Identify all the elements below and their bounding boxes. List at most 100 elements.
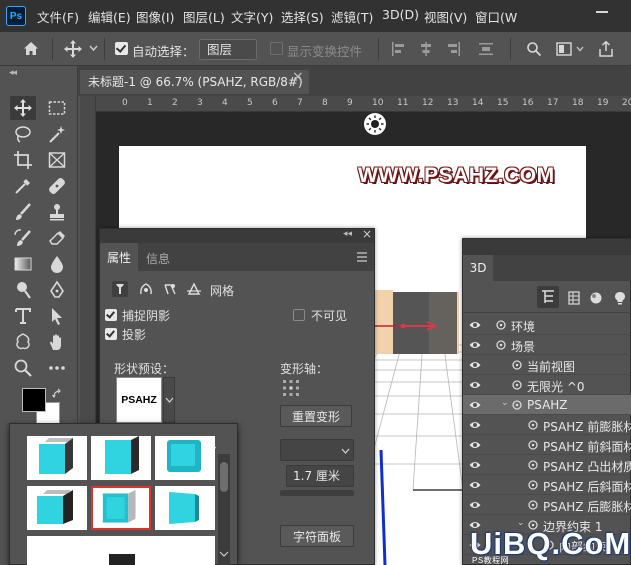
eraser-tool[interactable] — [44, 226, 70, 250]
menu-item[interactable]: 窗口(W — [475, 7, 517, 25]
gradient-tool[interactable] — [10, 252, 36, 276]
deform-mode-icon[interactable] — [138, 281, 154, 297]
lasso-tool[interactable] — [10, 122, 36, 146]
deform-axis-grid-icon[interactable] — [282, 379, 300, 397]
workspace-icon[interactable] — [556, 41, 572, 57]
scene-tree-row[interactable]: PSAHZ 后斜面材质 — [463, 475, 631, 495]
menu-item[interactable]: 文字(Y) — [231, 7, 273, 25]
auto-select-target-dropdown[interactable]: 图层 — [199, 39, 257, 60]
shape-preset-thumbnail[interactable]: PSAHZ — [116, 377, 162, 423]
scene-tree-row[interactable]: ⌄ PSAHZ — [463, 395, 631, 415]
zoom-tool[interactable] — [10, 356, 36, 380]
path-selection-tool[interactable] — [44, 304, 70, 328]
visibility-eye-icon[interactable] — [469, 440, 481, 450]
tab-3d[interactable]: 3D — [463, 255, 493, 281]
tab-info[interactable]: 信息 — [146, 250, 170, 267]
eyedropper-tool[interactable] — [10, 174, 36, 198]
filter-meshes-icon[interactable] — [567, 291, 581, 305]
stamp-tool[interactable] — [44, 200, 70, 224]
scroll-down-icon[interactable] — [219, 551, 229, 557]
swap-colors-icon[interactable] — [52, 388, 64, 400]
depth-slider[interactable] — [280, 490, 354, 496]
marquee-tool[interactable] — [44, 96, 70, 120]
visibility-eye-icon[interactable] — [469, 400, 481, 410]
shape-preset-item[interactable] — [27, 486, 87, 530]
frame-tool[interactable] — [44, 148, 70, 172]
visibility-eye-icon[interactable] — [469, 380, 481, 390]
dodge-tool[interactable] — [10, 278, 36, 302]
history-brush-tool[interactable] — [10, 226, 36, 250]
scene-tree-row[interactable]: 当前视图 — [463, 355, 631, 375]
visibility-eye-icon[interactable] — [469, 420, 481, 430]
document-tab[interactable]: 未标题-1 @ 66.7% (PSAHZ, RGB/8#) * — [80, 70, 309, 113]
reset-deform-button[interactable]: 重置变形 — [280, 405, 352, 427]
panel-menu-icon[interactable] — [356, 252, 368, 262]
shape-preset-item-selected[interactable] — [91, 486, 151, 530]
cap-mode-icon[interactable] — [162, 281, 178, 297]
foreground-color-swatch[interactable] — [22, 388, 46, 412]
collapse-panel-icon[interactable]: ◂◂ — [9, 68, 17, 78]
filter-whole-scene-button[interactable] — [537, 286, 559, 308]
align-left-icon[interactable] — [391, 41, 407, 57]
align-right-icon[interactable] — [445, 41, 461, 57]
align-center-icon[interactable] — [418, 41, 434, 57]
collapse-panel-icon[interactable]: ◂◂ — [343, 229, 352, 239]
menu-item[interactable]: 滤镜(T) — [331, 7, 373, 25]
tab-properties[interactable]: 属性 — [100, 243, 138, 271]
scene-tree-row[interactable]: 环境 — [463, 315, 631, 335]
scene-tree-row[interactable]: 无限光 ^0 — [463, 375, 631, 395]
home-icon[interactable] — [22, 40, 40, 58]
auto-select-checkbox[interactable] — [115, 42, 128, 55]
menu-item[interactable]: 编辑(E) — [88, 7, 131, 25]
search-icon[interactable] — [526, 41, 542, 57]
healing-brush-tool[interactable] — [44, 174, 70, 198]
move-tool-icon[interactable] — [63, 39, 83, 59]
expand-toggle-icon[interactable]: ⌄ — [501, 398, 509, 408]
invisible-checkbox[interactable] — [293, 309, 305, 321]
scene-tree-row[interactable]: PSAHZ 前膨胀材质 — [463, 415, 631, 435]
crop-tool[interactable] — [10, 148, 36, 172]
menu-item[interactable]: 图像(I) — [136, 7, 174, 25]
workspace-chevron-icon[interactable] — [576, 46, 584, 52]
magic-wand-tool[interactable] — [44, 122, 70, 146]
texture-map-dropdown[interactable] — [280, 439, 354, 461]
hand-tool[interactable] — [44, 330, 70, 354]
light-widget-icon[interactable] — [364, 113, 386, 135]
chevron-down-icon[interactable] — [89, 45, 98, 52]
coordinates-mode-icon[interactable] — [186, 281, 202, 297]
close-tab-icon[interactable]: × — [292, 69, 304, 85]
popup-scrollbar-thumb[interactable] — [220, 462, 228, 492]
minimize-window-button[interactable] — [592, 3, 612, 21]
character-panel-button[interactable]: 字符面板 — [280, 525, 354, 547]
visibility-eye-icon[interactable] — [469, 320, 481, 330]
shape-preset-item[interactable] — [91, 536, 151, 565]
menu-item[interactable]: 选择(S) — [281, 7, 324, 25]
visibility-eye-icon[interactable] — [469, 480, 481, 490]
blur-tool[interactable] — [44, 252, 70, 276]
filter-materials-icon[interactable] — [589, 291, 603, 305]
mesh-mode-icon[interactable] — [112, 281, 128, 297]
capture-shadow-checkbox[interactable] — [105, 309, 117, 321]
more-tools[interactable] — [44, 356, 70, 380]
visibility-eye-icon[interactable] — [469, 500, 481, 510]
shape-preset-item[interactable] — [91, 436, 151, 480]
shape-preset-dropdown[interactable] — [163, 377, 175, 423]
menu-item[interactable]: 文件(F) — [37, 7, 79, 25]
share-icon[interactable] — [597, 40, 615, 58]
filter-lights-icon[interactable] — [613, 291, 627, 305]
menu-item[interactable]: 3D(D) — [382, 7, 419, 25]
shape-preset-item[interactable] — [27, 436, 87, 480]
scene-tree-row[interactable]: PSAHZ 凸出材质 — [463, 455, 631, 475]
type-tool[interactable] — [10, 304, 36, 328]
cast-shadow-checkbox[interactable] — [105, 328, 117, 340]
visibility-eye-icon[interactable] — [469, 340, 481, 350]
scene-tree-row[interactable]: 场景 — [463, 335, 631, 355]
menu-item[interactable]: 视图(V) — [424, 7, 467, 25]
menu-item[interactable]: 图层(L) — [183, 7, 225, 25]
close-panel-icon[interactable]: × — [362, 227, 372, 241]
move-tool[interactable] — [10, 96, 36, 120]
pen-tool[interactable] — [44, 278, 70, 302]
extrusion-depth-input[interactable]: 1.7 厘米 — [286, 465, 354, 487]
custom-shape-tool[interactable] — [10, 330, 36, 354]
shape-preset-item[interactable] — [155, 486, 215, 530]
